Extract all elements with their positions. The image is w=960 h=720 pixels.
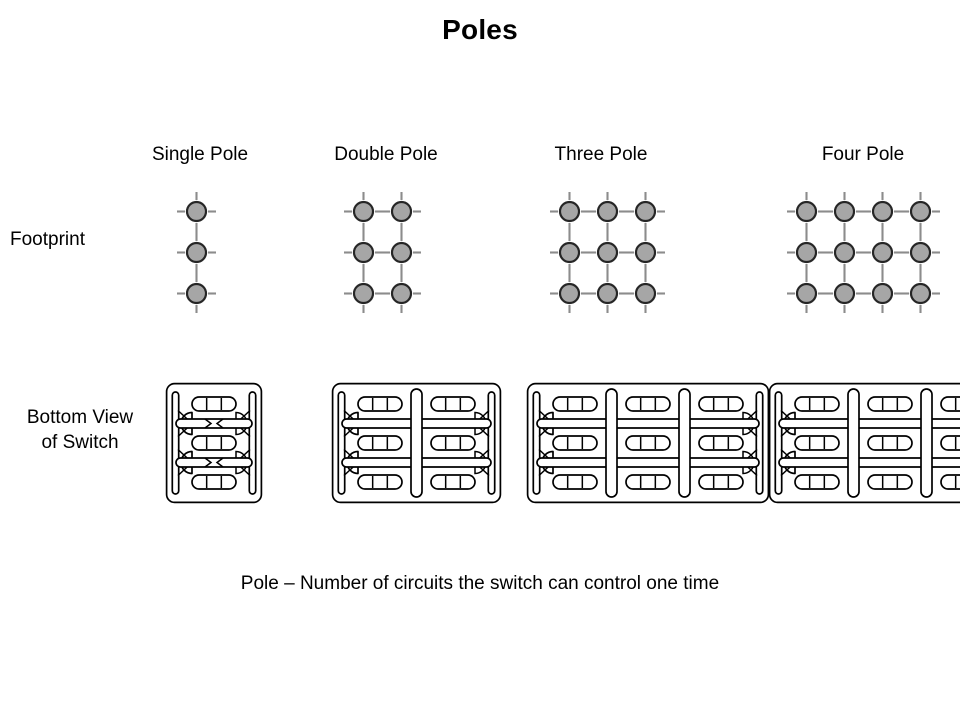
column-header-three-pole: Three Pole — [554, 144, 648, 165]
row-label-line-2: of Switch — [41, 432, 119, 453]
row-label-line-1: Bottom View — [26, 407, 134, 428]
footprint-diagram-double-pole — [338, 186, 427, 319]
row-label-bottom-view-of-switch: Bottom View of Switch — [0, 405, 160, 455]
column-header-single-pole: Single Pole — [151, 144, 249, 165]
footprint-diagram-single-pole — [171, 186, 222, 319]
switch-bottom-view-single-pole — [165, 382, 263, 504]
switch-bottom-view-three-pole — [526, 382, 770, 504]
switch-bottom-view-double-pole — [331, 382, 502, 504]
row-label-footprint: Footprint — [10, 229, 85, 250]
page-title: Poles — [442, 14, 518, 45]
switch-bottom-view-four-pole — [768, 382, 960, 504]
caption-pole-definition: Pole – Number of circuits the switch can… — [240, 573, 720, 594]
column-header-double-pole: Double Pole — [334, 144, 438, 165]
footprint-diagram-four-pole — [781, 186, 946, 319]
footprint-diagram-three-pole — [544, 186, 671, 319]
column-header-four-pole: Four Pole — [821, 144, 905, 165]
